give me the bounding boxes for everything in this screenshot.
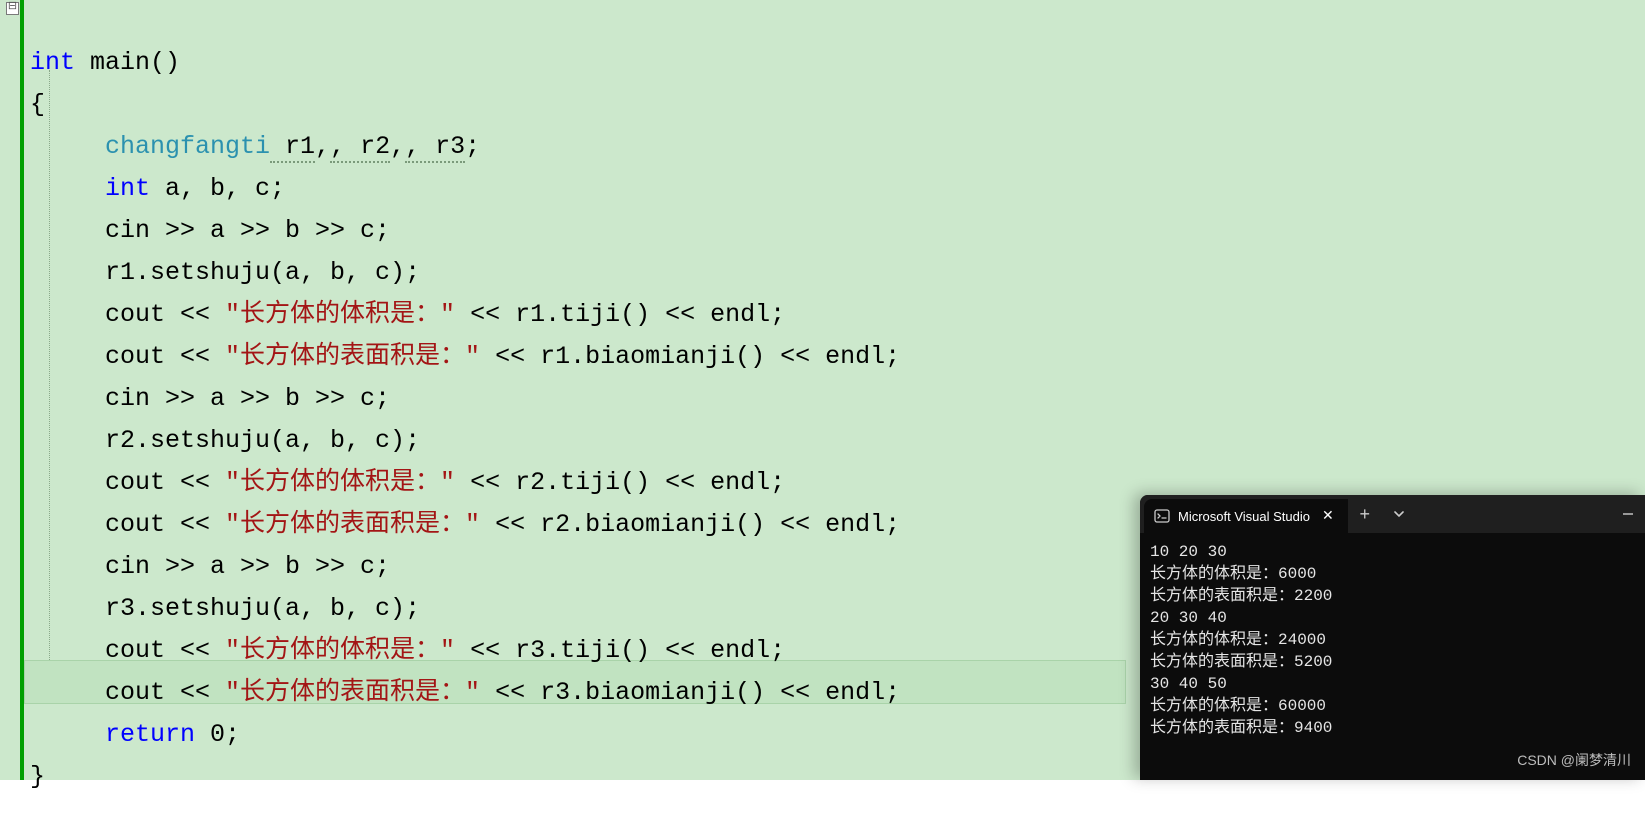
- term-line: 长方体的表面积是：9400: [1150, 719, 1332, 737]
- code-text: cout <<: [105, 342, 225, 371]
- new-tab-button[interactable]: +: [1348, 495, 1382, 533]
- terminal-tab-title: Microsoft Visual Studio: [1178, 509, 1310, 524]
- term-line: 长方体的体积是：60000: [1150, 697, 1326, 715]
- code-text: cout <<: [105, 636, 225, 665]
- watermark: CSDN @阑梦清川: [1517, 750, 1631, 770]
- code-text: r2.setshuju(a, b, c);: [105, 426, 420, 455]
- terminal-tab[interactable]: Microsoft Visual Studio ✕: [1144, 499, 1348, 533]
- code-text: << r2.tiji() << endl;: [455, 468, 785, 497]
- code-text: cout <<: [105, 300, 225, 329]
- minimize-icon: [1622, 508, 1634, 520]
- string-literal: "长方体的体积是：": [225, 468, 455, 497]
- code-content[interactable]: int main() { changfangti r1,, r2,, r3; i…: [30, 0, 900, 840]
- type-name: changfangti: [105, 132, 270, 161]
- string-literal: "长方体的表面积是：": [225, 678, 480, 707]
- fold-toggle[interactable]: ⊟: [6, 2, 19, 15]
- code-text: cout <<: [105, 678, 225, 707]
- term-line: 30 40 50: [1150, 675, 1227, 693]
- close-icon[interactable]: ✕: [1318, 508, 1338, 525]
- terminal-output[interactable]: 10 20 30 长方体的体积是：6000 长方体的表面积是：2200 20 3…: [1140, 533, 1645, 747]
- code-text: main(): [75, 48, 180, 77]
- code-text: cin >> a >> b >> c;: [105, 552, 390, 581]
- code-text: cin >> a >> b >> c;: [105, 384, 390, 413]
- term-line: 长方体的表面积是：5200: [1150, 653, 1332, 671]
- term-line: 长方体的体积是：24000: [1150, 631, 1326, 649]
- term-line: 长方体的体积是：6000: [1150, 565, 1316, 583]
- code-text: cout <<: [105, 510, 225, 539]
- code-text: r3.setshuju(a, b, c);: [105, 594, 420, 623]
- variable-r1: r1: [270, 132, 315, 163]
- code-text: << r2.biaomianji() << endl;: [480, 510, 900, 539]
- code-text: {: [30, 90, 45, 119]
- code-text: 0;: [195, 720, 240, 749]
- titlebar-spacer: [1416, 495, 1611, 533]
- string-literal: "长方体的体积是：": [225, 636, 455, 665]
- terminal-titlebar[interactable]: Microsoft Visual Studio ✕ +: [1140, 495, 1645, 533]
- variable-r3: , r3: [405, 132, 465, 163]
- code-text: << r1.biaomianji() << endl;: [480, 342, 900, 371]
- keyword-int: int: [105, 174, 150, 203]
- term-line: 长方体的表面积是：2200: [1150, 587, 1332, 605]
- code-text: << r3.biaomianji() << endl;: [480, 678, 900, 707]
- keyword-int: int: [30, 48, 75, 77]
- code-text: cout <<: [105, 468, 225, 497]
- code-text: a, b, c;: [150, 174, 285, 203]
- string-literal: "长方体的体积是：": [225, 300, 455, 329]
- editor-gutter: ⊟: [0, 0, 24, 780]
- chevron-down-icon: [1393, 508, 1405, 520]
- term-line: 10 20 30: [1150, 543, 1227, 561]
- minimize-button[interactable]: [1611, 495, 1645, 533]
- code-text: }: [30, 762, 45, 791]
- code-text: << r1.tiji() << endl;: [455, 300, 785, 329]
- keyword-return: return: [105, 720, 195, 749]
- code-text: ;: [465, 132, 480, 161]
- term-line: 20 30 40: [1150, 609, 1227, 627]
- string-literal: "长方体的表面积是：": [225, 342, 480, 371]
- variable-r2: , r2: [330, 132, 390, 163]
- terminal-icon: [1154, 508, 1170, 524]
- tab-dropdown-button[interactable]: [1382, 495, 1416, 533]
- string-literal: "长方体的表面积是：": [225, 510, 480, 539]
- code-text: << r3.tiji() << endl;: [455, 636, 785, 665]
- code-text: cin >> a >> b >> c;: [105, 216, 390, 245]
- terminal-window[interactable]: Microsoft Visual Studio ✕ + 10 20 30 长方体…: [1140, 495, 1645, 780]
- code-text: r1.setshuju(a, b, c);: [105, 258, 420, 287]
